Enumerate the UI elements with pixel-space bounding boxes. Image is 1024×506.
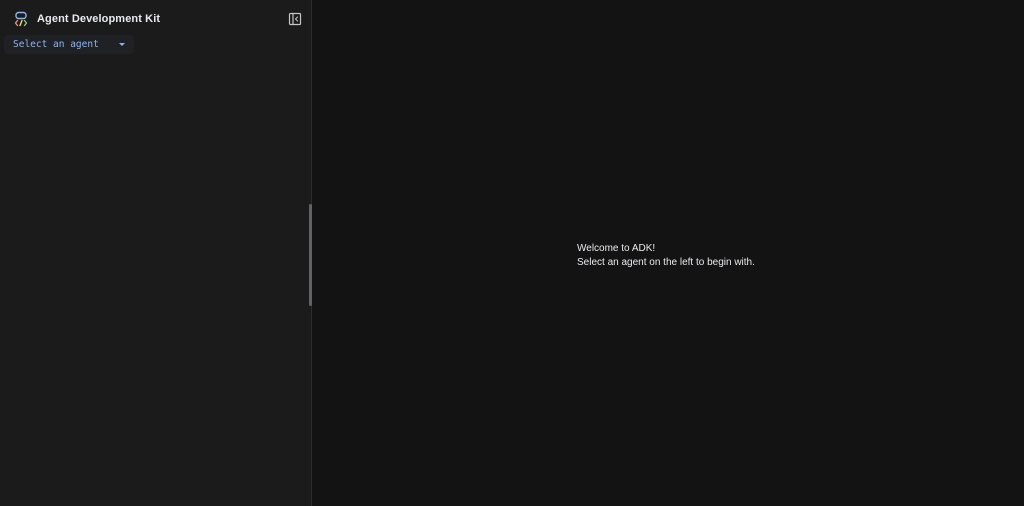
sidebar-header: Agent Development Kit: [13, 10, 303, 28]
app-title: Agent Development Kit: [37, 13, 161, 25]
agent-select-placeholder: Select an agent: [13, 39, 99, 50]
app-window: Agent Development Kit Select an agent We…: [0, 0, 1024, 506]
adk-logo-icon: [13, 11, 29, 27]
welcome-subtitle: Select an agent on the left to begin wit…: [577, 257, 755, 268]
sidebar-collapse-icon[interactable]: [288, 12, 302, 26]
welcome-message: Welcome to ADK! Select an agent on the l…: [577, 242, 755, 270]
caret-down-icon: [119, 43, 125, 46]
sidebar: Agent Development Kit Select an agent: [0, 0, 312, 506]
agent-select-dropdown[interactable]: Select an agent: [4, 35, 134, 54]
welcome-title: Welcome to ADK!: [577, 243, 656, 254]
main-content: Welcome to ADK! Select an agent on the l…: [312, 0, 1024, 506]
